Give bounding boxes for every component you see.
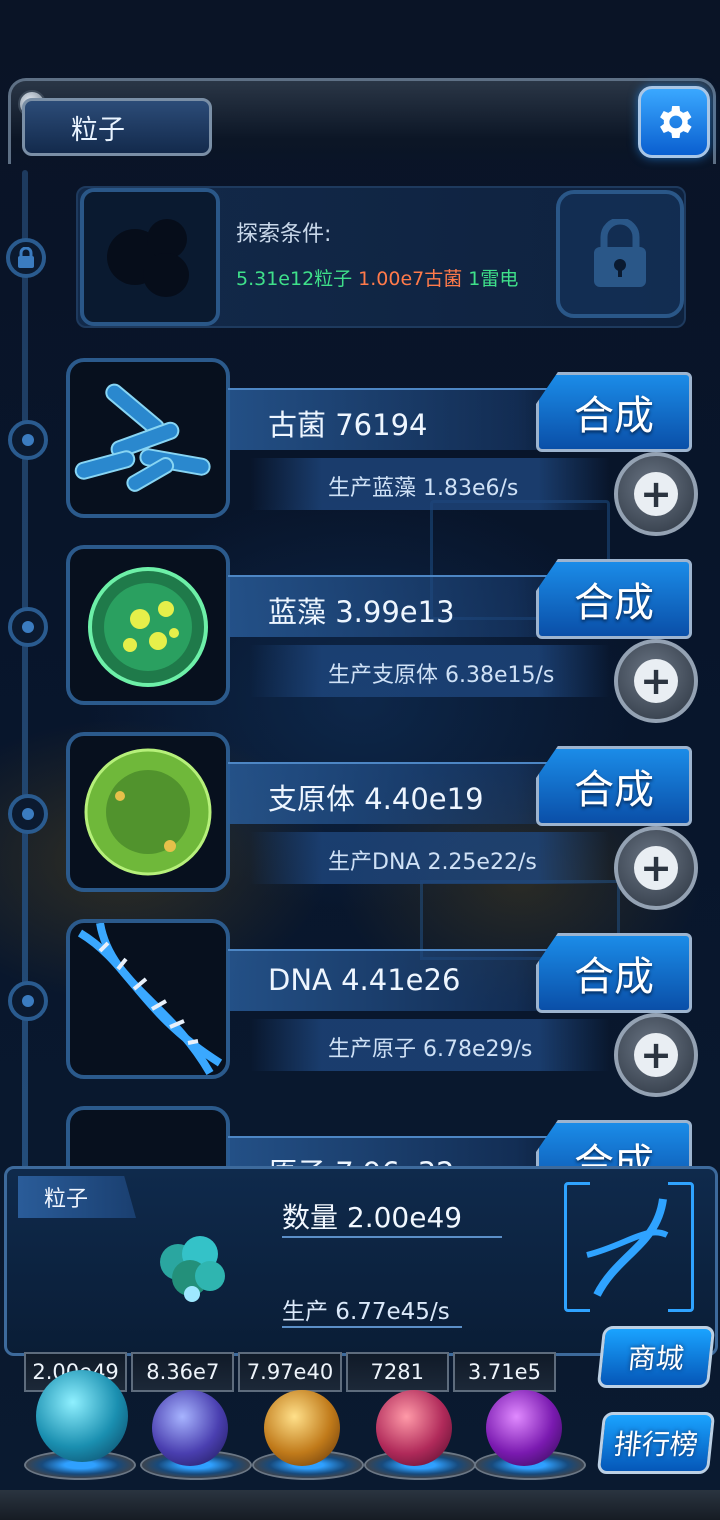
plus-icon: + xyxy=(634,472,678,516)
cyanobacteria-thumb xyxy=(66,545,230,705)
item-atom: 原子 7.96e32 合成 xyxy=(0,1106,720,1166)
item-cyanobacteria: 蓝藻 3.99e13 生产支原体 6.38e15/s 合成 + xyxy=(0,545,720,723)
requirement-archaea: 1.00e7古菌 xyxy=(358,268,463,290)
add-button[interactable]: + xyxy=(614,452,698,536)
item-name: 蓝藻 3.99e13 xyxy=(268,595,455,629)
synthesize-button[interactable]: 合成 xyxy=(536,559,692,639)
item-archaea: 古菌 76194 生产蓝藻 1.83e6/s 合成 + xyxy=(0,358,720,536)
add-button[interactable]: + xyxy=(614,639,698,723)
divider xyxy=(282,1236,502,1238)
atom-thumb xyxy=(66,1106,230,1166)
condition-label: 探索条件: xyxy=(236,222,332,247)
dna-icon xyxy=(586,1198,669,1297)
cell-icon xyxy=(88,567,208,687)
energy-orb[interactable] xyxy=(264,1390,340,1466)
locked-item-thumb xyxy=(80,188,220,326)
dna-thumb xyxy=(66,919,230,1079)
rail-node xyxy=(8,981,48,1021)
shop-button[interactable]: 商城 xyxy=(596,1326,716,1388)
unlock-button[interactable] xyxy=(556,190,684,318)
divider xyxy=(282,1326,462,1328)
synthesize-button[interactable]: 合成 xyxy=(536,1120,692,1166)
resource-orbs xyxy=(10,1370,590,1490)
archaea-thumb xyxy=(66,358,230,518)
rail-node xyxy=(8,794,48,834)
rail-node xyxy=(8,607,48,647)
settings-button[interactable] xyxy=(638,86,710,158)
brain-orb[interactable] xyxy=(376,1390,452,1466)
item-mycoplasma: 支原体 4.40e19 生产DNA 2.25e22/s 合成 + xyxy=(0,732,720,910)
plus-icon: + xyxy=(634,1033,678,1077)
silhouette-icon xyxy=(107,219,193,297)
synthesize-button[interactable]: 合成 xyxy=(536,746,692,826)
item-name: 支原体 4.40e19 xyxy=(268,782,484,816)
bacteria-icon xyxy=(74,383,211,492)
cell-icon xyxy=(84,748,212,876)
item-produce: 生产蓝藻 1.83e6/s xyxy=(328,476,519,501)
current-resource-tag: 粒子 xyxy=(18,1176,136,1218)
item-name: DNA 4.41e26 xyxy=(268,963,461,997)
item-produce: 生产支原体 6.38e15/s xyxy=(328,663,555,688)
item-produce: 生产原子 6.78e29/s xyxy=(328,1037,533,1062)
padlock-icon xyxy=(594,219,646,287)
dna-icon xyxy=(77,923,223,1075)
requirement-lightning: 1雷电 xyxy=(468,268,519,290)
current-produce: 生产 6.77e45/s xyxy=(282,1299,450,1325)
particle-cluster-icon xyxy=(160,1236,225,1302)
item-dna: DNA 4.41e26 生产原子 6.78e29/s 合成 + xyxy=(0,919,720,1097)
item-name: 原子 7.96e32 xyxy=(268,1150,455,1166)
synthesize-button[interactable]: 合成 xyxy=(536,372,692,452)
requirements: 5.31e12粒子 1.00e7古菌 1雷电 xyxy=(236,264,524,291)
item-name: 古菌 76194 xyxy=(268,408,428,442)
void-orb[interactable] xyxy=(486,1390,562,1466)
synthesize-button[interactable]: 合成 xyxy=(536,933,692,1013)
current-count: 数量 2.00e49 xyxy=(282,1201,463,1234)
plus-icon: + xyxy=(634,659,678,703)
rail-lock-node xyxy=(6,238,46,278)
plus-icon: + xyxy=(634,846,678,890)
add-button[interactable]: + xyxy=(614,826,698,910)
add-button[interactable]: + xyxy=(614,1013,698,1097)
mycoplasma-thumb xyxy=(66,732,230,892)
bottom-frame xyxy=(0,1490,720,1520)
dna-emblem xyxy=(564,1182,694,1312)
leaderboard-button[interactable]: 排行榜 xyxy=(596,1412,716,1474)
lock-icon xyxy=(18,247,34,268)
lightning-orb[interactable] xyxy=(152,1390,228,1466)
page-title-text: 粒子 xyxy=(71,114,125,146)
rail-node xyxy=(8,420,48,460)
gear-icon xyxy=(660,106,692,138)
item-produce: 生产DNA 2.25e22/s xyxy=(328,850,537,875)
requirement-particles: 5.31e12粒子 xyxy=(236,268,353,290)
particle-orb[interactable] xyxy=(36,1370,128,1462)
page-title: 粒子 xyxy=(22,98,212,156)
